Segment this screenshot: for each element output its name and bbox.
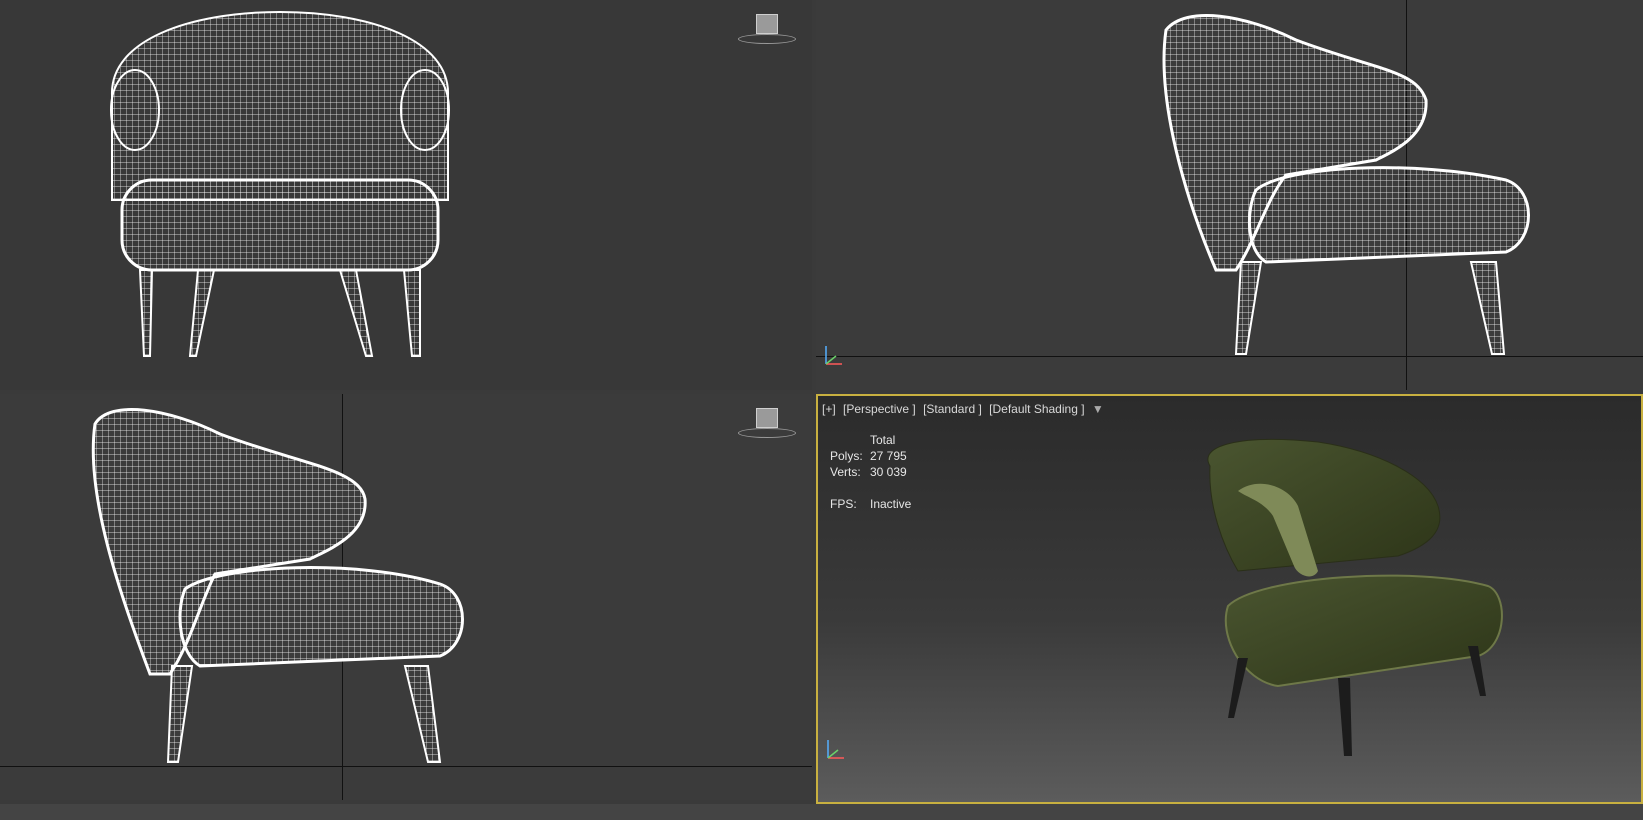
chair-shaded-model (1207, 439, 1503, 756)
axis-gizmo-icon (827, 740, 844, 759)
viewport-right[interactable] (816, 0, 1643, 390)
viewport-left[interactable] (0, 394, 812, 800)
axis-gizmo-icon (825, 346, 842, 365)
viewcube-icon[interactable] (738, 408, 796, 444)
chair-side-wireframe-left (91, 408, 464, 763)
viewcube-icon[interactable] (738, 14, 796, 50)
viewport-top[interactable] (0, 0, 812, 390)
chair-front-wireframe (110, 10, 450, 357)
status-strip (0, 804, 1643, 820)
chair-side-wireframe-right (1162, 14, 1530, 355)
viewport-perspective[interactable]: [+] [Perspective ] [Standard ] [Default … (816, 394, 1643, 804)
